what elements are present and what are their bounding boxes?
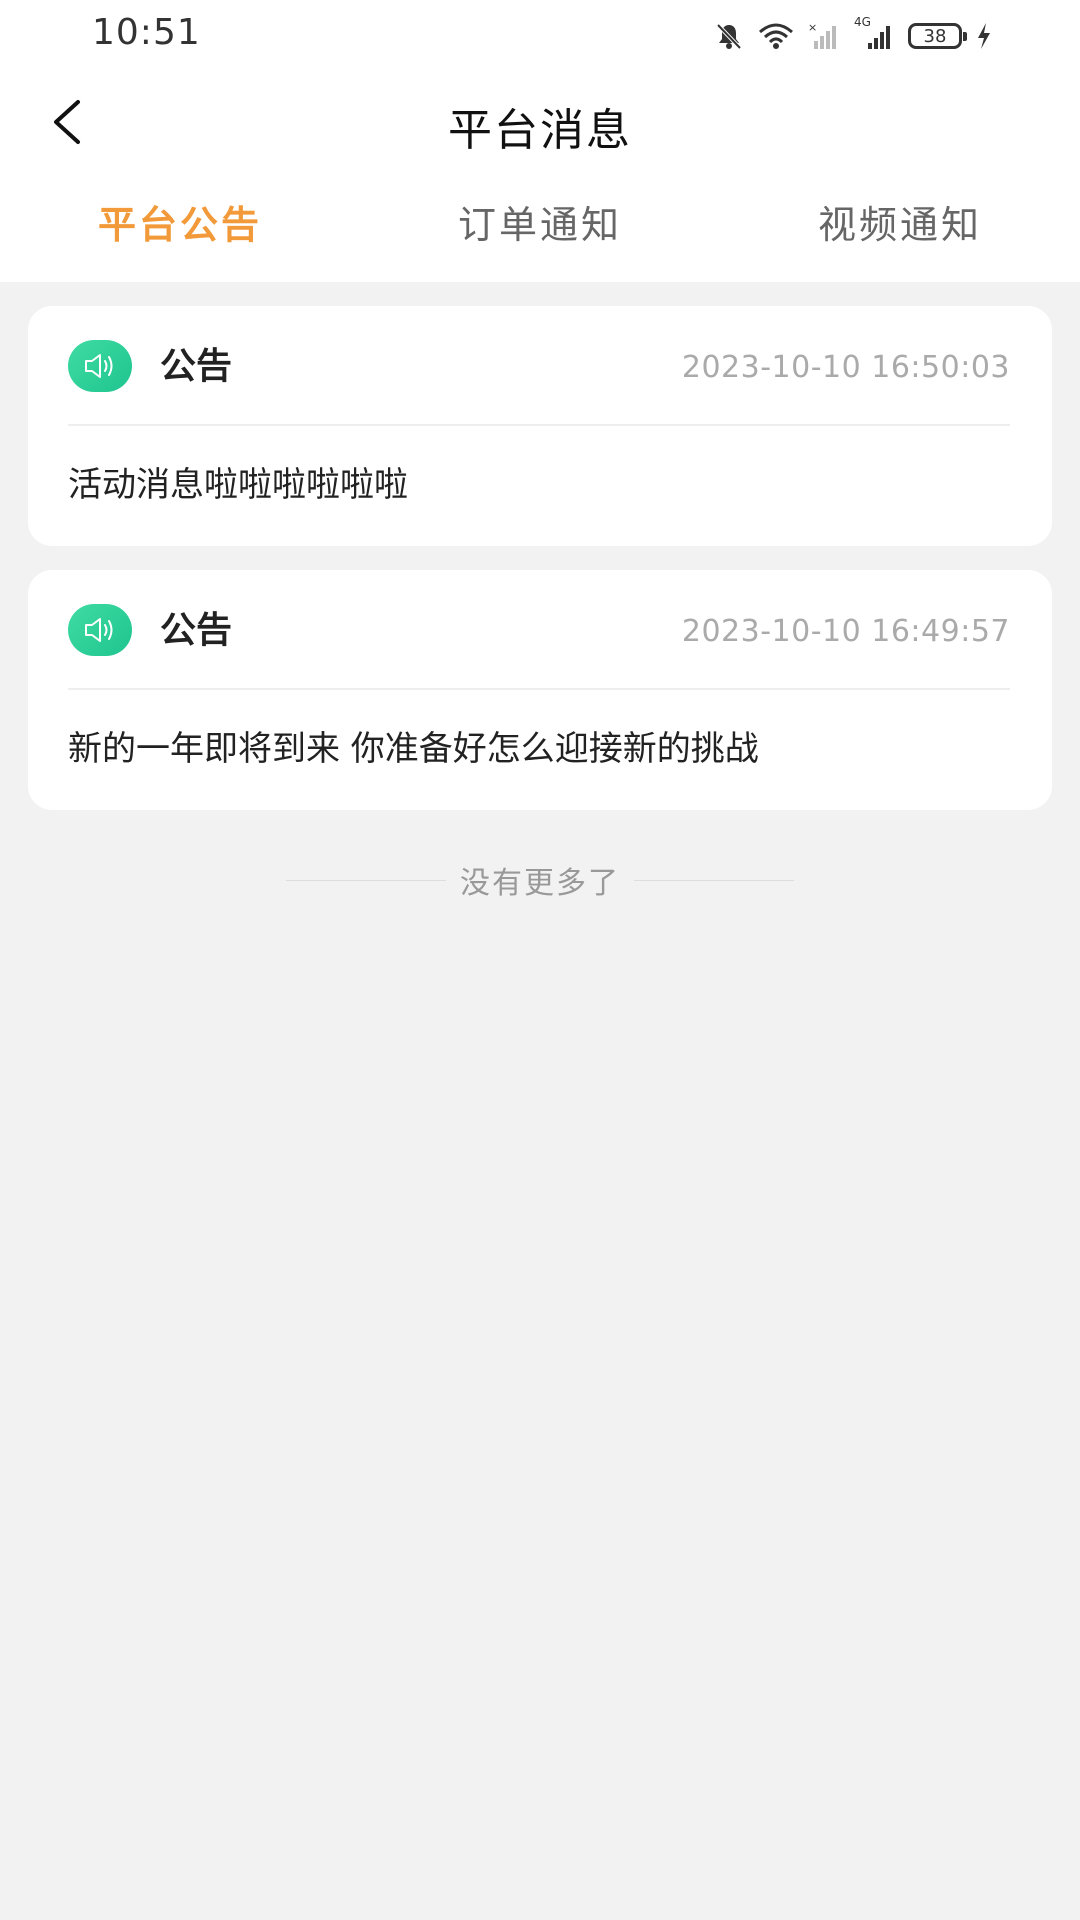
battery-icon: 38 <box>908 23 967 49</box>
message-type: 公告 <box>160 610 233 651</box>
battery-level: 38 <box>923 25 947 47</box>
tab-bar: 平台公告 订单通知 视频通知 <box>0 190 1080 260</box>
message-content: 新的一年即将到来 你准备好怎么迎接新的挑战 <box>68 729 759 769</box>
header: 10:51 × 4G 38 平台消息 平台公告 订单通知 视频通知 <box>0 0 1080 282</box>
status-bar: 10:51 × 4G 38 <box>0 0 1080 72</box>
charging-icon <box>976 22 992 50</box>
no-more-text: 没有更多了 <box>460 866 620 901</box>
wifi-icon <box>758 22 794 50</box>
signal-4g-icon: 4G <box>854 15 894 51</box>
divider-line-right <box>634 879 794 881</box>
message-time: 2023-10-10 16:49:57 <box>681 614 1010 649</box>
message-content: 活动消息啦啦啦啦啦啦 <box>68 465 408 505</box>
page-title: 平台消息 <box>448 105 632 156</box>
tab-order-notifications[interactable]: 订单通知 <box>420 190 660 260</box>
divider <box>68 424 1010 426</box>
no-more-indicator: 没有更多了 <box>0 858 1080 902</box>
message-card[interactable]: 公告 2023-10-10 16:50:03 活动消息啦啦啦啦啦啦 <box>28 306 1052 546</box>
status-icons: × 4G 38 <box>714 15 992 56</box>
speaker-icon <box>68 604 132 656</box>
nav-bar: 平台消息 <box>0 72 1080 172</box>
message-card[interactable]: 公告 2023-10-10 16:49:57 新的一年即将到来 你准备好怎么迎接… <box>28 570 1052 810</box>
divider <box>68 688 1010 690</box>
bell-muted-icon <box>714 21 744 51</box>
message-time: 2023-10-10 16:50:03 <box>681 350 1010 385</box>
divider-line-left <box>286 879 446 881</box>
svg-text:×: × <box>808 21 817 34</box>
signal-no-service-icon: × <box>808 21 840 51</box>
status-time: 10:51 <box>92 12 201 53</box>
tab-platform-announcements[interactable]: 平台公告 <box>60 190 300 260</box>
speaker-icon <box>68 340 132 392</box>
tab-video-notifications[interactable]: 视频通知 <box>780 190 1020 260</box>
message-type: 公告 <box>160 346 233 387</box>
